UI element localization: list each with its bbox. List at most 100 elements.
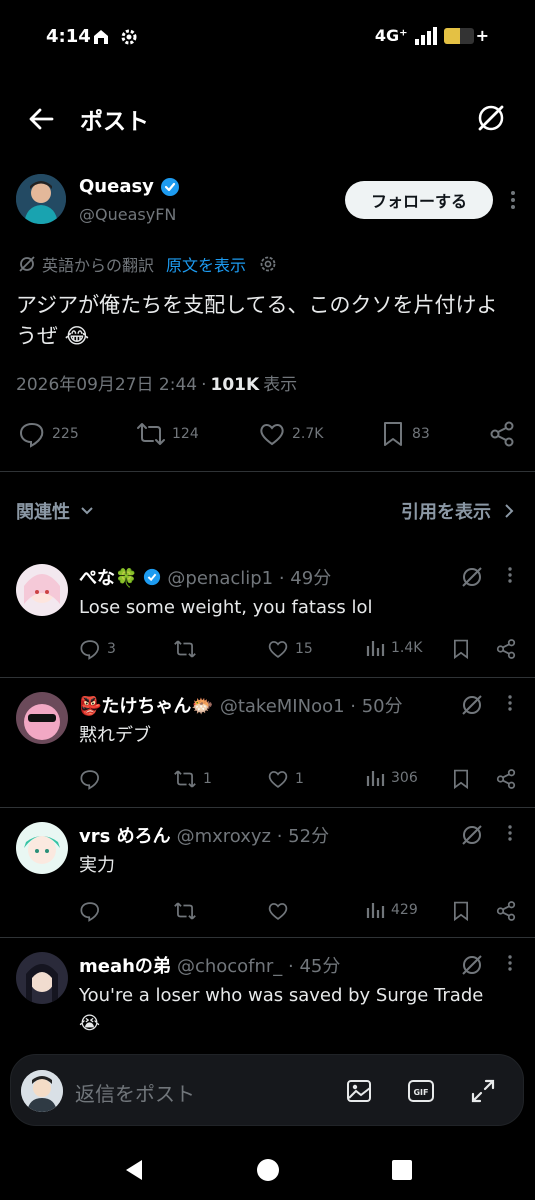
grok-icon[interactable] (459, 822, 485, 848)
share-icon (496, 901, 516, 921)
reply-button[interactable] (79, 900, 107, 922)
share-button[interactable] (495, 768, 517, 790)
reply-button[interactable] (79, 768, 107, 790)
views-button[interactable]: 429 (365, 900, 418, 920)
notification-app-icon (94, 30, 108, 44)
share-button[interactable] (495, 900, 517, 922)
reply-item[interactable]: 👺たけちゃん🐡 @takeMINoo1 · 50分 黙れデブ 1 1 306 (0, 678, 535, 808)
reply-button[interactable]: 225 (18, 420, 79, 448)
share-button[interactable] (495, 638, 517, 660)
repost-count: 1 (203, 771, 212, 787)
bookmark-button[interactable] (451, 768, 471, 790)
reply-item[interactable]: ぺな🍀 @penaclip1 · 49分 Lose some weight, y… (0, 550, 535, 678)
bookmark-icon (454, 901, 468, 922)
repost-button[interactable]: 124 (136, 420, 199, 448)
grok-icon[interactable] (459, 564, 485, 590)
system-nav-bar (0, 1140, 535, 1200)
more-vertical-icon[interactable] (507, 824, 513, 842)
grok-icon[interactable] (459, 692, 485, 718)
post-timestamp[interactable]: 2026年09月27日 2:44 (16, 370, 197, 395)
views-button[interactable]: 1.4K (365, 638, 422, 658)
reply-text: 実力 (79, 855, 115, 876)
reply-header: ぺな🍀 @penaclip1 · 49分 (79, 564, 331, 590)
reply-author-name[interactable]: meahの弟 (79, 952, 171, 978)
author-handle[interactable]: @QueasyFN (79, 205, 176, 224)
signal-icon (414, 26, 437, 45)
grok-button[interactable] (475, 102, 507, 134)
settings-icon[interactable] (258, 254, 278, 274)
sort-dropdown[interactable]: 関連性 (16, 498, 94, 524)
reply-text: You're a loser who was saved by Surge Tr… (79, 985, 484, 1034)
reply-handle-time[interactable]: @penaclip1 · 49分 (167, 564, 331, 590)
reply-header: 👺たけちゃん🐡 @takeMINoo1 · 50分 (79, 692, 403, 718)
translate-icon (19, 256, 35, 272)
reply-avatar[interactable] (16, 952, 68, 1004)
grok-icon[interactable] (459, 952, 485, 978)
author-avatar[interactable] (16, 174, 66, 224)
reply-avatar[interactable] (16, 564, 68, 616)
status-notification-icons (92, 28, 138, 46)
like-button[interactable]: 1 (267, 768, 304, 790)
reply-compose-bar[interactable]: 返信をポスト GIF (10, 1054, 524, 1126)
author-name[interactable]: Queasy (79, 176, 154, 197)
reply-author-name[interactable]: vrs めろん (79, 822, 171, 848)
show-original-link[interactable]: 原文を表示 (166, 252, 246, 276)
image-icon[interactable] (345, 1077, 373, 1105)
main-post: Queasy @QueasyFN フォローする 英語からの翻訳 原文を表示 アジ… (0, 160, 535, 472)
reply-header: meahの弟 @chocofnr_ · 45分 (79, 952, 340, 978)
reply-avatar-image (16, 952, 68, 1004)
translation-row: 英語からの翻訳 原文を表示 (18, 252, 278, 276)
like-button[interactable] (267, 900, 295, 922)
reply-button[interactable]: 3 (79, 638, 116, 660)
repost-icon (174, 770, 196, 788)
nav-recents-icon[interactable] (390, 1158, 414, 1182)
nav-home-icon[interactable] (256, 1158, 280, 1182)
reply-icon (80, 770, 99, 790)
share-button[interactable] (488, 420, 516, 448)
reply-author-name[interactable]: ぺな🍀 (79, 564, 137, 590)
views-button[interactable]: 306 (365, 768, 418, 788)
follow-button[interactable]: フォローする (345, 181, 493, 219)
user-avatar-image (21, 1070, 63, 1112)
bookmark-count: 83 (412, 426, 430, 442)
more-vertical-icon[interactable] (507, 954, 513, 972)
reply-item[interactable]: meahの弟 @chocofnr_ · 45分 You're a loser w… (0, 938, 535, 1068)
reply-author-name[interactable]: 👺たけちゃん🐡 (79, 692, 214, 718)
reply-avatar[interactable] (16, 692, 68, 744)
reply-actions: 1 1 306 (79, 768, 519, 792)
share-icon (496, 639, 516, 659)
verified-badge-icon (160, 177, 179, 196)
compose-input[interactable]: 返信をポスト (75, 1078, 195, 1107)
reply-actions: 3 15 1.4K (79, 638, 519, 662)
reply-avatar[interactable] (16, 822, 68, 874)
reply-handle-time[interactable]: @takeMINoo1 · 50分 (220, 692, 403, 718)
reply-item[interactable]: vrs めろん @mxroxyz · 52分 実力 429 (0, 808, 535, 938)
quotes-label: 引用を表示 (401, 502, 491, 523)
bookmark-button[interactable]: 83 (380, 420, 430, 448)
expand-icon[interactable] (469, 1077, 497, 1105)
bookmark-button[interactable] (451, 900, 471, 922)
more-vertical-icon[interactable] (507, 566, 513, 584)
view-quotes-link[interactable]: 引用を表示 (401, 498, 515, 524)
post-actions: 225 124 2.7K 83 (18, 420, 518, 450)
repost-button[interactable] (173, 638, 203, 660)
bookmark-icon (454, 639, 468, 660)
chevron-down-icon (81, 507, 93, 515)
reply-sort-row: 関連性 引用を表示 (0, 472, 535, 550)
more-options-button[interactable] (509, 190, 517, 210)
reply-handle-time[interactable]: @mxroxyz · 52分 (177, 822, 329, 848)
reply-handle-time[interactable]: @chocofnr_ · 45分 (177, 952, 340, 978)
repost-button[interactable]: 1 (173, 768, 212, 790)
repost-button[interactable] (173, 900, 203, 922)
more-vertical-icon[interactable] (507, 694, 513, 712)
author-name-row[interactable]: Queasy (79, 176, 180, 197)
back-button[interactable] (26, 104, 56, 134)
nav-back-icon[interactable] (122, 1158, 146, 1182)
views-icon (366, 771, 385, 786)
repost-count: 124 (172, 426, 199, 442)
like-button[interactable]: 15 (267, 638, 313, 660)
bookmark-button[interactable] (451, 638, 471, 660)
gif-icon[interactable]: GIF (407, 1077, 435, 1105)
reply-icon (80, 902, 99, 922)
like-button[interactable]: 2.7K (258, 420, 323, 448)
